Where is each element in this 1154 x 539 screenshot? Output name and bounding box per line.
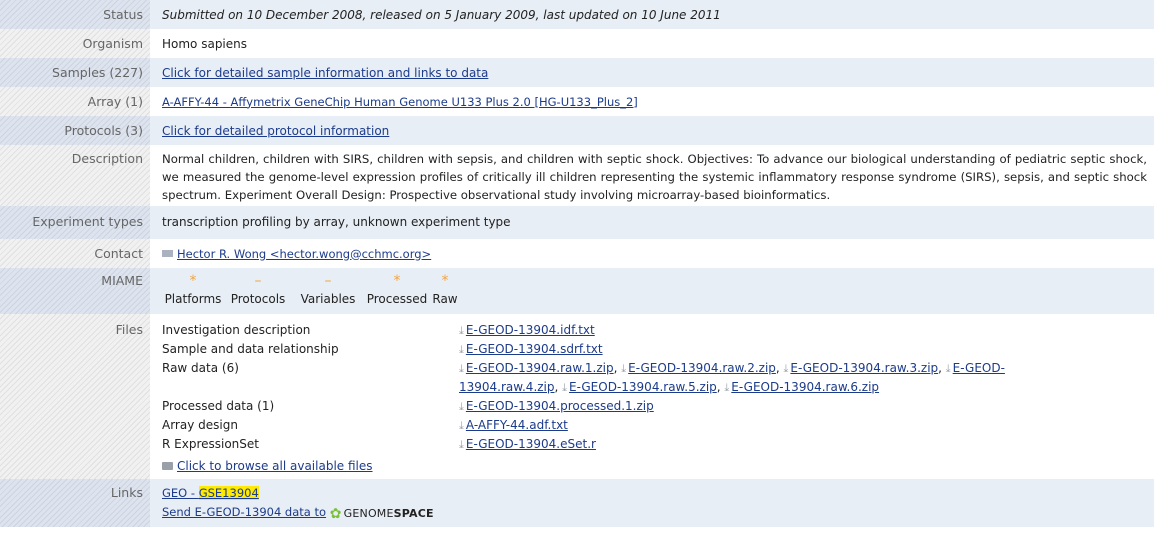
file-link[interactable]: E-GEOD- [953, 361, 1005, 375]
genomespace-row: Send E-GEOD-13904 data to ✿ GENOME SPACE [162, 502, 1147, 524]
description-value: Normal children, children with SIRS, chi… [162, 152, 1147, 202]
miame-protocols-label: Protocols [230, 292, 286, 306]
protocols-link[interactable]: Click for detailed protocol information [162, 124, 389, 138]
links-label: Links [0, 479, 150, 527]
experiment-details-table: Status Submitted on 10 December 2008, re… [0, 0, 1154, 527]
download-icon: ⤓ [783, 362, 789, 375]
file-link[interactable]: A-AFFY-44.adf.txt [466, 418, 568, 432]
miame-value: * – – * * Platforms Protocols Variables … [150, 268, 1154, 314]
contact-label: Contact [0, 239, 150, 268]
send-to-genomespace-link[interactable]: Send E-GEOD-13904 data to [162, 505, 326, 519]
file-type-array-design: Array design [162, 418, 238, 432]
file-link[interactable]: E-GEOD-13904.eSet.r [466, 437, 596, 451]
miame-processed-symbol: * [393, 273, 401, 289]
protocols-value: Click for detailed protocol information [150, 116, 1154, 145]
samples-value: Click for detailed sample information an… [150, 58, 1154, 87]
folder-icon [162, 462, 173, 470]
miame-processed-label: Processed [366, 292, 428, 306]
status-value: Submitted on 10 December 2008, released … [150, 0, 1154, 29]
miame-label: MIAME [0, 268, 150, 314]
geo-accession-highlight: GSE13904 [198, 486, 259, 500]
file-type-processed: Processed data (1) [162, 399, 275, 413]
contact-email-link[interactable]: Hector R. Wong <hector.wong@cchmc.org> [177, 247, 431, 261]
file-type-investigation: Investigation description [162, 323, 311, 337]
download-icon: ⤓ [459, 438, 464, 451]
file-links-sdrf: ⤓ E-GEOD-13904.sdrf.txt [459, 340, 1099, 359]
file-type-raw: Raw data (6) [162, 361, 239, 375]
file-link[interactable]: E-GEOD-13904.raw.1.zip [466, 361, 614, 375]
file-links-r-expressionset: ⤓ E-GEOD-13904.eSet.r [459, 435, 1099, 454]
download-icon: ⤓ [562, 381, 568, 394]
miame-raw-symbol: * [441, 273, 449, 289]
array-label: Array (1) [0, 87, 150, 116]
files-table: Investigation description ⤓ E-GEOD-13904.… [162, 321, 1147, 454]
file-link[interactable]: E-GEOD-13904.raw.6.zip [731, 380, 879, 394]
file-links-investigation: ⤓ E-GEOD-13904.idf.txt [459, 321, 1099, 340]
samples-label: Samples (227) [0, 58, 150, 87]
download-icon: ⤓ [945, 362, 951, 375]
file-links-array-design: ⤓ A-AFFY-44.adf.txt [459, 416, 1099, 435]
file-type-sdrf: Sample and data relationship [162, 342, 339, 356]
download-icon: ⤓ [459, 362, 464, 375]
file-link[interactable]: E-GEOD-13904.sdrf.txt [466, 342, 603, 356]
download-icon: ⤓ [621, 362, 627, 375]
miame-labels: Platforms Protocols Variables Processed … [162, 290, 1147, 308]
miame-platforms-symbol: * [189, 273, 197, 289]
contact-value: Hector R. Wong <hector.wong@cchmc.org> [150, 239, 1154, 268]
genomespace-logo[interactable]: ✿ GENOME SPACE [330, 504, 434, 524]
array-value: A-AFFY-44 - Affymetrix GeneChip Human Ge… [150, 87, 1154, 116]
browse-files-link[interactable]: Click to browse all available files [177, 459, 373, 473]
miame-variables-label: Variables [300, 292, 356, 306]
file-link[interactable]: E-GEOD-13904.raw.2.zip [628, 361, 776, 375]
miame-platforms-label: Platforms [164, 292, 222, 306]
file-link[interactable]: 13904.raw.4.zip [459, 380, 555, 394]
file-links-raw: ⤓ E-GEOD-13904.raw.1.zip, ⤓ E-GEOD-13904.r… [459, 361, 1005, 394]
file-link[interactable]: E-GEOD-13904.idf.txt [466, 323, 595, 337]
miame-raw-label: Raw [432, 292, 458, 306]
status-label: Status [0, 0, 150, 29]
files-value: Investigation description ⤓ E-GEOD-13904.… [150, 314, 1154, 479]
experiment-types-label: Experiment types [0, 206, 150, 239]
files-label: Files [0, 314, 150, 479]
download-icon: ⤓ [459, 343, 464, 356]
array-link[interactable]: A-AFFY-44 - Affymetrix GeneChip Human Ge… [162, 95, 638, 109]
file-link[interactable]: E-GEOD-13904.raw.3.zip [790, 361, 938, 375]
miame-symbols: * – – * * [162, 272, 1147, 290]
miame-variables-symbol: – [324, 273, 332, 289]
links-value: GEO - GSE13904 Send E-GEOD-13904 data to… [150, 479, 1154, 527]
envelope-icon [162, 249, 173, 257]
file-link[interactable]: E-GEOD-13904.raw.5.zip [569, 380, 717, 394]
geo-link[interactable]: GEO - GSE13904 [162, 486, 259, 500]
geo-link-row: GEO - GSE13904 [162, 484, 1147, 502]
organism-label: Organism [0, 29, 150, 58]
samples-link[interactable]: Click for detailed sample information an… [162, 66, 488, 80]
protocols-label: Protocols (3) [0, 116, 150, 145]
file-link[interactable]: E-GEOD-13904.processed.1.zip [466, 399, 654, 413]
download-icon: ⤓ [459, 400, 464, 413]
file-type-r-expressionset: R ExpressionSet [162, 437, 259, 451]
miame-protocols-symbol: – [254, 273, 262, 289]
download-icon: ⤓ [459, 419, 464, 432]
browse-files-row: Click to browse all available files [162, 457, 1147, 475]
description-label: Description [0, 145, 150, 206]
experiment-types-value: transcription profiling by array, unknow… [150, 206, 1154, 239]
genomespace-leaf-icon: ✿ [329, 506, 342, 522]
download-icon: ⤓ [724, 381, 730, 394]
organism-value: Homo sapiens [162, 36, 248, 51]
file-links-processed: ⤓ E-GEOD-13904.processed.1.zip [459, 397, 1099, 416]
geo-prefix: GEO - [162, 486, 199, 500]
download-icon: ⤓ [459, 324, 464, 337]
